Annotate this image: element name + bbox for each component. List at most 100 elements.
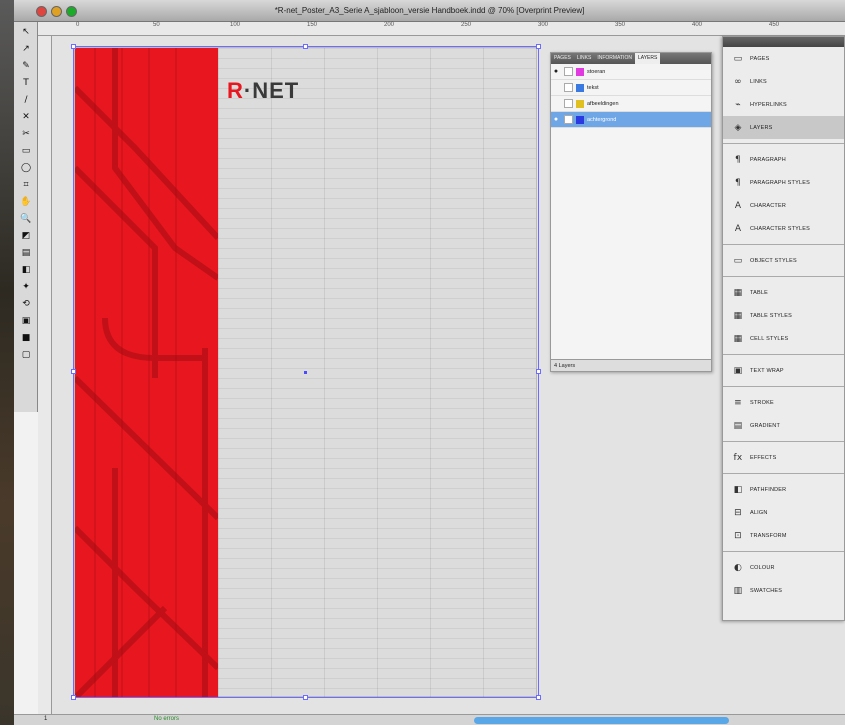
- horizontal-ruler[interactable]: 050100150200250300350400450500: [14, 22, 845, 36]
- table-icon: ▦: [733, 287, 743, 298]
- panel-item-effects[interactable]: fx EFFECTS: [723, 446, 844, 469]
- panel-item-label: CHARACTER STYLES: [750, 225, 811, 232]
- layer-name: tekst: [587, 84, 599, 91]
- panel-item-label: ALIGN: [750, 509, 768, 516]
- layer-row[interactable]: ● achtergrond: [551, 112, 711, 128]
- panel-item-table[interactable]: ▦ TABLE: [723, 281, 844, 304]
- panel-item-cell-styles[interactable]: ▦ CELL STYLES: [723, 327, 844, 350]
- layers-panel: PAGES LINKS INFORMATION LAYERS ● stoeran teks…: [550, 52, 712, 372]
- ruler-tick: 300: [538, 22, 549, 28]
- panel-item-stroke[interactable]: ≡ STROKE: [723, 391, 844, 414]
- tab-pages[interactable]: PAGES: [551, 53, 574, 64]
- eye-icon[interactable]: ●: [551, 68, 561, 75]
- panel-item-label: CELL STYLES: [750, 335, 789, 342]
- align-icon: ⊟: [734, 507, 742, 518]
- layer-row[interactable]: ● stoeran: [551, 64, 711, 80]
- tool-icon[interactable]: ⌗: [15, 178, 37, 192]
- tool-icon[interactable]: ✦: [15, 280, 37, 294]
- tool-icon[interactable]: ✂: [15, 127, 37, 141]
- window-title: *R-net_Poster_A3_Serie A_sjabloon_versie…: [274, 6, 585, 15]
- tab-links[interactable]: LINKS: [574, 53, 594, 64]
- eye-icon[interactable]: ●: [551, 116, 561, 123]
- desktop-background: [0, 0, 14, 725]
- table-styles-icon: ▦: [733, 310, 743, 321]
- selection-handle-tc[interactable]: [303, 44, 308, 49]
- panel-item-gradient[interactable]: ▤ GRADIENT: [723, 414, 844, 437]
- stroke-icon: ≡: [734, 397, 742, 408]
- lock-toggle[interactable]: [564, 67, 573, 76]
- pathfinder-icon: ◧: [733, 484, 743, 495]
- selection-handle-mr[interactable]: [536, 369, 541, 374]
- panel-item-label: COLOUR: [750, 564, 775, 571]
- tool-icon[interactable]: ✎: [15, 59, 37, 73]
- tool-icon[interactable]: ◧: [15, 263, 37, 277]
- tool-icon[interactable]: 🔍: [15, 212, 37, 226]
- panel-item-label: PARAGRAPH STYLES: [750, 179, 810, 186]
- panel-item-swatches[interactable]: ▥ SWATCHES: [723, 579, 844, 602]
- window-titlebar: *R-net_Poster_A3_Serie A_sjabloon_versie…: [14, 0, 845, 22]
- panel-item-object-styles[interactable]: ▭ OBJECT STYLES: [723, 249, 844, 272]
- tool-icon[interactable]: ↗: [15, 42, 37, 56]
- preflight-status[interactable]: No errors: [154, 716, 179, 722]
- vertical-ruler[interactable]: [38, 36, 52, 716]
- tool-icon[interactable]: ✋: [15, 195, 37, 209]
- panel-item-table-styles[interactable]: ▦ TABLE STYLES: [723, 304, 844, 327]
- panel-item-layers[interactable]: ◈ LAYERS: [723, 116, 844, 139]
- panel-item-label: TRANSFORM: [750, 532, 787, 539]
- tool-icon[interactable]: ↖: [15, 25, 37, 39]
- tool-icon[interactable]: ⟲: [15, 297, 37, 311]
- page-number[interactable]: 1: [44, 716, 47, 722]
- horizontal-scrollbar[interactable]: [474, 717, 729, 724]
- panel-item-links[interactable]: ∞ LINKS: [723, 70, 844, 93]
- selection-handle-br[interactable]: [536, 695, 541, 700]
- panel-item-pages[interactable]: ▭ PAGES: [723, 47, 844, 70]
- lock-toggle[interactable]: [564, 115, 573, 124]
- layer-name: afbeeldingen: [587, 100, 619, 107]
- layer-name: achtergrond: [587, 116, 617, 123]
- panel-item-paragraph[interactable]: ¶ PARAGRAPH: [723, 148, 844, 171]
- tool-icon[interactable]: T: [15, 76, 37, 90]
- panel-dock-header[interactable]: [723, 37, 844, 47]
- tool-icon[interactable]: ◩: [15, 229, 37, 243]
- selection-handle-ml[interactable]: [71, 369, 76, 374]
- panel-item-text-wrap[interactable]: ▣ TEXT WRAP: [723, 359, 844, 382]
- tool-icon[interactable]: ▤: [15, 246, 37, 260]
- panel-item-hyperlinks[interactable]: ⌁ HYPERLINKS: [723, 93, 844, 116]
- panel-divider: [723, 551, 844, 552]
- tool-icon[interactable]: ▭: [15, 144, 37, 158]
- tab-information[interactable]: INFORMATION: [594, 53, 635, 64]
- panel-divider: [723, 244, 844, 245]
- tool-icon[interactable]: ▣: [15, 314, 37, 328]
- layer-color-swatch: [576, 83, 584, 92]
- tool-icon[interactable]: ▢: [15, 348, 37, 362]
- panel-item-label: OBJECT STYLES: [750, 257, 797, 264]
- panel-item-colour[interactable]: ◐ COLOUR: [723, 556, 844, 579]
- ruler-tick: 400: [692, 22, 703, 28]
- panel-item-transform[interactable]: ⊡ TRANSFORM: [723, 524, 844, 547]
- panel-item-align[interactable]: ⊟ ALIGN: [723, 501, 844, 524]
- tool-icon[interactable]: ■: [15, 331, 37, 345]
- tool-icon[interactable]: ✕: [15, 110, 37, 124]
- lock-toggle[interactable]: [564, 99, 573, 108]
- selection-handle-tl[interactable]: [71, 44, 76, 49]
- selection-handle-tr[interactable]: [536, 44, 541, 49]
- transform-icon: ⊡: [734, 530, 742, 541]
- layer-color-swatch: [576, 115, 584, 124]
- tool-icon[interactable]: /: [15, 93, 37, 107]
- layer-row[interactable]: tekst: [551, 80, 711, 96]
- selection-handle-bl[interactable]: [71, 695, 76, 700]
- panel-item-pathfinder[interactable]: ◧ PATHFINDER: [723, 478, 844, 501]
- layer-row[interactable]: afbeeldingen: [551, 96, 711, 112]
- panel-item-label: PARAGRAPH: [750, 156, 786, 163]
- selection-handle-bc[interactable]: [303, 695, 308, 700]
- ruler-tick: 450: [769, 22, 780, 28]
- selection-frame[interactable]: [71, 44, 541, 700]
- panel-item-character[interactable]: A CHARACTER: [723, 194, 844, 217]
- ruler-tick: 350: [615, 22, 626, 28]
- panel-item-paragraph-styles[interactable]: ¶ PARAGRAPH STYLES: [723, 171, 844, 194]
- tool-icon[interactable]: ◯: [15, 161, 37, 175]
- panel-item-character-styles[interactable]: A CHARACTER STYLES: [723, 217, 844, 240]
- lock-toggle[interactable]: [564, 83, 573, 92]
- panel-item-label: GRADIENT: [750, 422, 781, 429]
- tab-layers[interactable]: LAYERS: [634, 53, 661, 64]
